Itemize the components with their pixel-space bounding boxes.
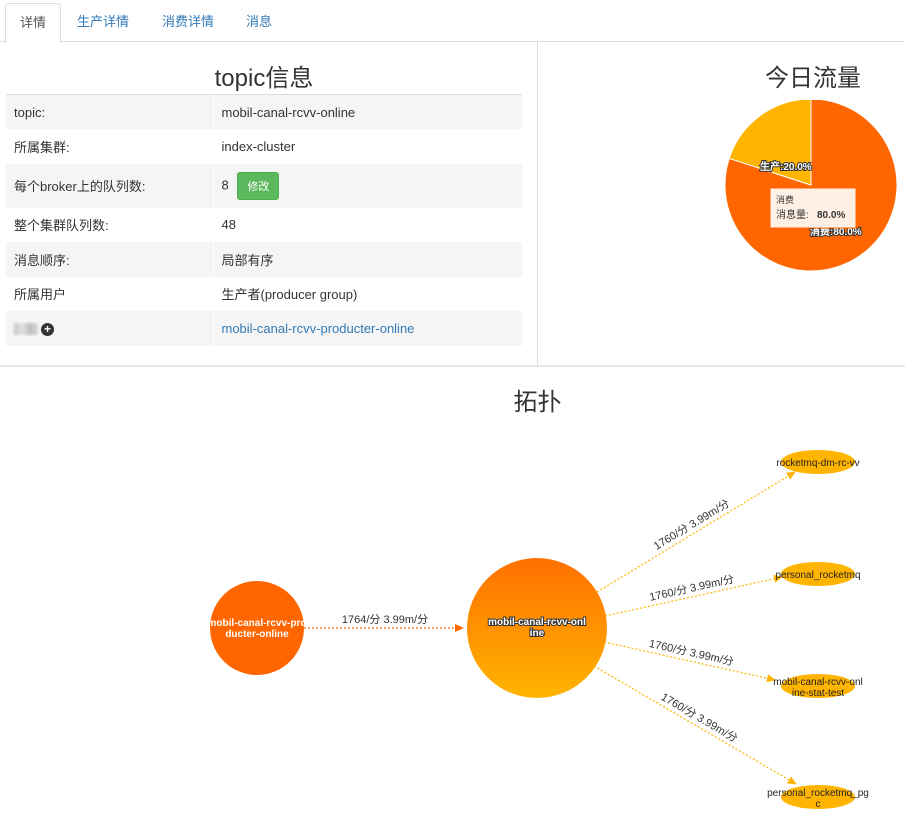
section-divider: [0, 365, 905, 367]
tab-consume-details[interactable]: 消费详情: [148, 3, 228, 42]
out-edge-label: 1760/分 3.99m/分: [648, 573, 735, 604]
table-row: 每个broker上的队列数: 8 修改: [6, 163, 522, 208]
out-edge: [593, 665, 797, 785]
blurred-avatar: [14, 323, 38, 336]
topic-info-title: topic信息: [214, 65, 314, 92]
row-key: 所属集群:: [6, 129, 214, 164]
topic-label: mobil-canal-rcvv-onl: [488, 617, 586, 628]
tab-bar: 详情 生产详情 消费详情 消息: [0, 0, 905, 43]
producer-label: ducter-online: [225, 629, 289, 640]
tooltip-value: 80.0%: [817, 210, 845, 221]
consumer-label: mobil-canal-rcvv-onl: [773, 677, 862, 688]
table-row: + mobil-canal-rcvv-producter-online: [6, 311, 522, 346]
pie-tooltip: 消费消息量: 80.0%: [769, 187, 857, 229]
tab-produce-details[interactable]: 生产详情: [63, 3, 143, 42]
row-key: 所属用户: [6, 276, 214, 311]
row-key: topic:: [6, 94, 214, 129]
topic-label: ine: [530, 628, 545, 639]
row-value: 生产者(producer group): [221, 287, 358, 303]
row-value: 48: [221, 217, 236, 233]
in-edge-label: 1764/分 3.99m/分: [342, 613, 428, 626]
consumer-label: personal_rocketmq_pg: [767, 788, 869, 799]
panel-divider: [537, 42, 538, 365]
topology-title: 拓扑: [513, 389, 562, 416]
tooltip-title: 消费: [776, 194, 794, 205]
table-row: 所属集群: index-cluster: [6, 129, 522, 164]
out-edge-label: 1760/分 3.99m/分: [648, 637, 735, 668]
tab-messages[interactable]: 消息: [232, 3, 286, 42]
row-key: 每个broker上的队列数:: [6, 163, 214, 208]
row-value: mobil-canal-rcvv-online: [213, 94, 522, 129]
pie-label: 生产:20.0%: [760, 160, 812, 173]
producer-group-link[interactable]: mobil-canal-rcvv-producter-online: [222, 321, 415, 336]
table-row: 消息顺序: 局部有序: [6, 242, 522, 277]
traffic-title: 今日流量: [765, 65, 861, 92]
row-key: 消息顺序:: [6, 242, 214, 277]
consumer-label: personal_rocketmq: [775, 570, 860, 581]
table-row: 整个集群队列数: 48: [6, 207, 522, 242]
add-icon[interactable]: +: [41, 322, 54, 336]
consumer-label: c: [816, 799, 821, 810]
row-key-cell: +: [6, 311, 214, 346]
row-value-cell: mobil-canal-rcvv-producter-online: [213, 311, 522, 346]
edit-queue-button[interactable]: 修改: [237, 171, 280, 200]
producer-label: mobil-canal-rcvv-pro: [208, 618, 307, 629]
topic-info-table: topic: mobil-canal-rcvv-online 所属集群: ind…: [6, 94, 522, 346]
table-row: topic: mobil-canal-rcvv-online: [6, 94, 522, 129]
consumer-label: ine-stat-test: [792, 688, 844, 699]
row-value-cell: 8 修改: [213, 163, 522, 208]
row-key: 整个集群队列数:: [6, 207, 214, 242]
traffic-pie-chart: 消费:80.0%生产:20.0%消费消息量: 80.0%: [724, 100, 898, 272]
out-edge-label: 1760/分 3.99m/分: [651, 497, 731, 553]
tab-details[interactable]: 详情: [5, 3, 62, 43]
out-edge: [596, 471, 796, 593]
consumer-label: rocketmq-dm-rc-vv: [776, 458, 859, 469]
row-value: index-cluster: [221, 138, 296, 154]
row-value: 局部有序: [213, 242, 522, 277]
tooltip-box: [769, 187, 857, 229]
tooltip-label: 消息量:: [776, 208, 809, 221]
out-edge-label: 1760/分 3.99m/分: [659, 690, 740, 745]
table-row: 所属用户 生产者(producer group): [6, 276, 522, 311]
topology-graph: 1764/分 3.99m/分 1760/分 3.99m/分 1760/分 3.99m…: [208, 450, 869, 810]
row-value: 8: [221, 176, 229, 192]
